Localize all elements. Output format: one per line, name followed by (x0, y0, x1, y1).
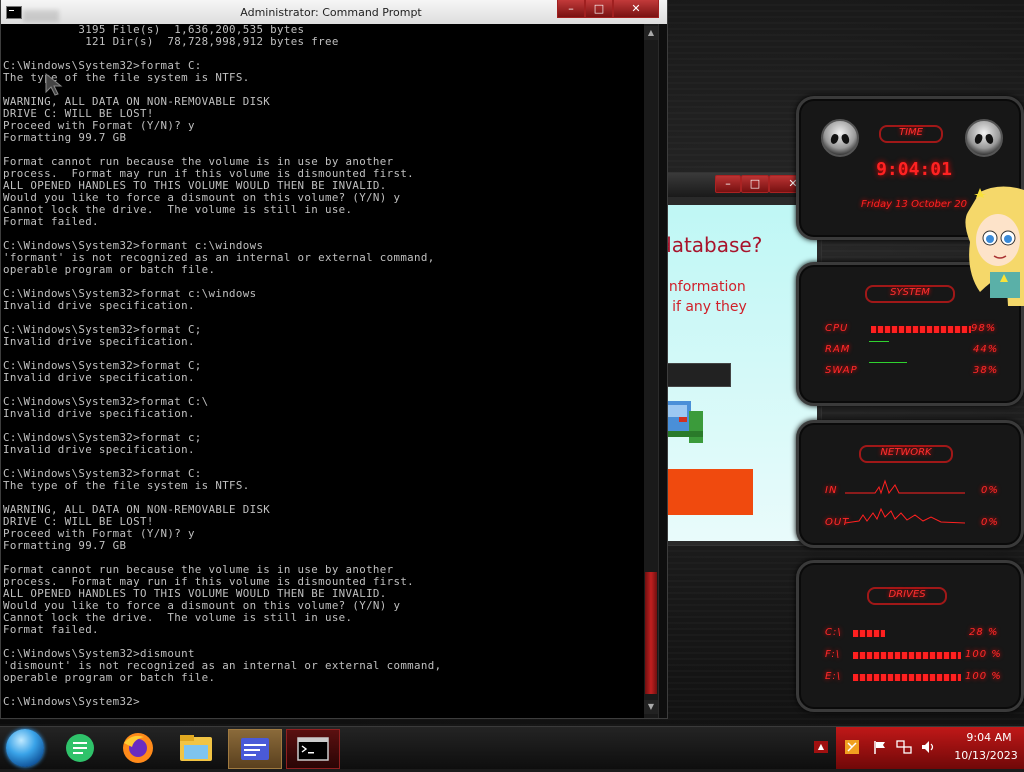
cmd-scrollbar[interactable]: ▲ ▼ (644, 24, 658, 718)
console-line: operable program or batch file. (3, 671, 216, 684)
console-line: C:\Windows\System32> (3, 695, 141, 708)
start-button[interactable] (6, 729, 44, 767)
network-in-graph (845, 479, 965, 495)
cartoon-character-figure (965, 186, 1024, 306)
drive-f-label: F:\ (825, 649, 841, 660)
taskbar-app-command-prompt[interactable] (286, 729, 340, 769)
console-line: Invalid drive specification. (3, 299, 195, 312)
console-line: Invalid drive specification. (3, 371, 195, 384)
console-line: Formatting 99.7 GB (3, 131, 127, 144)
command-prompt-icon (297, 737, 329, 761)
cpu-value: 98% (971, 323, 997, 334)
mouse-pointer-icon (45, 72, 63, 96)
firefox-icon (123, 733, 153, 763)
network-out-value: 0% (981, 517, 999, 528)
drive-c-value: 28 % (969, 627, 999, 638)
drives-gadget[interactable]: DRIVES C:\ 28 % F:\ 100 % E:\ 100 % (796, 560, 1024, 712)
console-line: The type of the file system is NTFS. (3, 71, 250, 84)
network-out-graph (845, 507, 965, 524)
chat-app-icon (66, 734, 94, 762)
ram-graph-line (869, 341, 889, 342)
cmd-console-output[interactable]: 3195 File(s) 1,636,200,535 bytes 121 Dir… (3, 24, 641, 714)
taskbar-clock-date[interactable]: 10/13/2023 (946, 749, 1024, 762)
taskbar-app-firefox[interactable] (112, 729, 164, 767)
back-action-button[interactable] (659, 469, 753, 515)
cmd-close-button[interactable]: ✕ (613, 0, 659, 18)
back-input-field[interactable] (659, 363, 731, 387)
network-icon[interactable] (896, 739, 912, 755)
console-line: 121 Dir(s) 78,728,998,912 bytes free (3, 35, 339, 48)
command-prompt-window[interactable]: Administrator: Command Prompt – □ ✕ 3195… (0, 0, 668, 719)
ram-value: 44% (973, 344, 999, 355)
back-heading: database? (659, 233, 763, 257)
console-line: Invalid drive specification. (3, 335, 195, 348)
drive-e-usage-bar (853, 674, 961, 681)
swap-value: 38% (973, 365, 999, 376)
console-line: Format failed. (3, 623, 99, 636)
drives-gadget-title: DRIVES (867, 587, 947, 605)
network-in-label: IN (825, 485, 838, 496)
network-in-value: 0% (981, 485, 999, 496)
swap-graph-line (869, 362, 907, 363)
folder-icon (180, 735, 212, 761)
scroll-up-arrow-icon[interactable]: ▲ (644, 26, 658, 40)
background-window-content: database? information e if any they (659, 205, 817, 541)
time-gadget-title: TIME (879, 125, 943, 143)
scroll-thumb[interactable] (645, 572, 657, 694)
cmd-window-frame-edge (658, 24, 667, 718)
ram-label: RAM (825, 344, 851, 355)
back-text-line2: e if any they (659, 299, 747, 315)
taskbar: ▲ 9:04 AM 10/13/2023 (0, 726, 1024, 769)
drive-f-usage-bar (853, 652, 961, 659)
back-minimize-button[interactable]: – (715, 175, 741, 193)
system-gadget-title: SYSTEM (865, 285, 955, 303)
taskbar-app-chat[interactable] (54, 729, 106, 767)
drive-c-label: C:\ (825, 627, 842, 638)
alien-head-icon (821, 119, 859, 157)
swap-label: SWAP (825, 365, 858, 376)
drive-f-value: 100 % (965, 649, 1002, 660)
network-gadget-title: NETWORK (859, 445, 953, 463)
console-line: Format failed. (3, 215, 99, 228)
cmd-window-controls: – □ ✕ (557, 0, 659, 18)
console-line: Formatting 99.7 GB (3, 539, 127, 552)
window-app-icon (241, 738, 269, 760)
drive-e-value: 100 % (965, 671, 1002, 682)
console-line: The type of the file system is NTFS. (3, 479, 250, 492)
back-text-line1: information (665, 279, 746, 295)
tray-expand-button[interactable]: ▲ (814, 741, 828, 753)
cmd-minimize-button[interactable]: – (557, 0, 585, 18)
cpu-usage-bar (871, 326, 971, 333)
taskbar-app-active-window[interactable] (228, 729, 282, 769)
system-tray: 9:04 AM 10/13/2023 (836, 727, 1024, 769)
alien-head-icon (965, 119, 1003, 157)
gadget-clock-time: 9:04:01 (876, 159, 952, 180)
cpu-label: CPU (825, 323, 849, 334)
scroll-down-arrow-icon[interactable]: ▼ (644, 700, 658, 714)
volume-icon[interactable] (920, 739, 936, 755)
back-maximize-button[interactable]: □ (741, 175, 769, 193)
console-line: operable program or batch file. (3, 263, 216, 276)
taskbar-clock-time[interactable]: 9:04 AM (954, 731, 1024, 744)
drive-c-usage-bar (853, 630, 885, 637)
network-gadget[interactable]: NETWORK IN 0% OUT 0% (796, 420, 1024, 548)
cmd-titlebar[interactable]: Administrator: Command Prompt – □ ✕ (1, 0, 667, 24)
taskbar-app-file-explorer[interactable] (170, 729, 222, 767)
tray-app-icon[interactable] (844, 739, 860, 755)
drive-e-label: E:\ (825, 671, 842, 682)
console-line: Invalid drive specification. (3, 443, 195, 456)
console-line: Invalid drive specification. (3, 407, 195, 420)
cmd-maximize-button[interactable]: □ (585, 0, 613, 18)
action-center-flag-icon[interactable] (872, 739, 888, 755)
